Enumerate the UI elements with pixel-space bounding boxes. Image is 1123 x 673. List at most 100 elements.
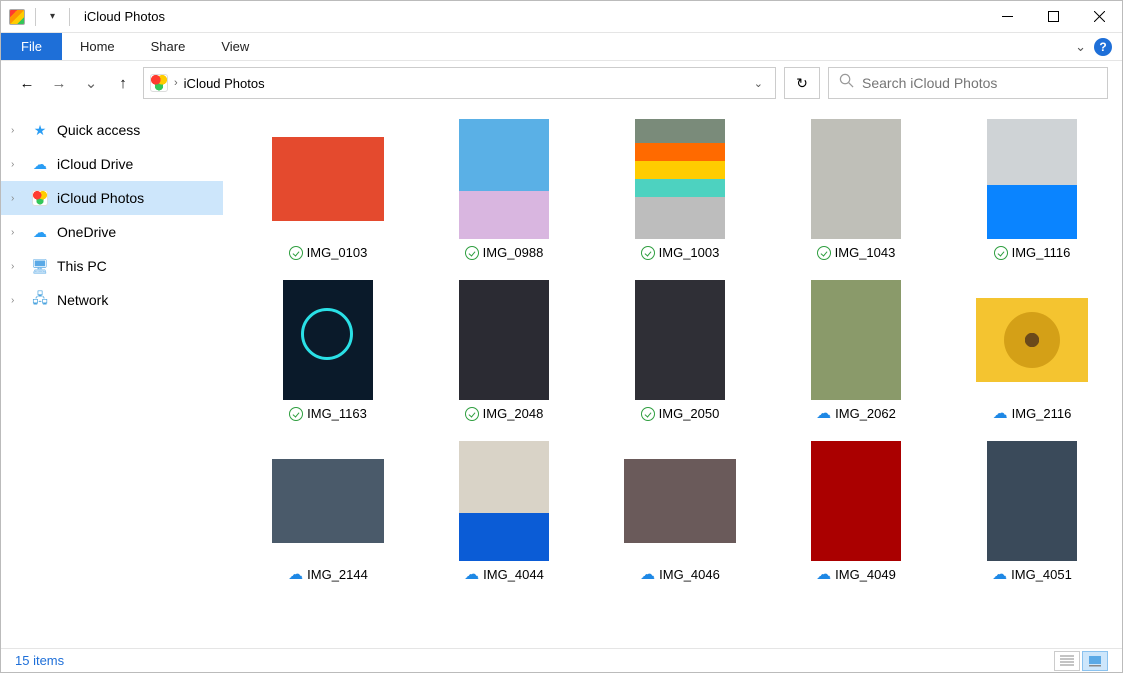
file-item[interactable]: ☁IMG_4046 <box>595 441 765 582</box>
expand-icon[interactable]: › <box>11 193 23 204</box>
search-input[interactable] <box>862 75 1097 91</box>
sidebar-item-this-pc[interactable]: › 🖥 This PC <box>1 249 223 283</box>
sidebar-item-icloud-drive[interactable]: ›☁iCloud Drive <box>1 147 223 181</box>
file-item[interactable]: ☁IMG_4049 <box>771 441 941 582</box>
file-item[interactable]: IMG_0988 <box>419 119 589 260</box>
file-item[interactable]: IMG_1163 <box>243 280 413 421</box>
sidebar-item-label: Network <box>57 292 108 308</box>
file-item[interactable]: ☁ IMG_4051 <box>947 441 1117 582</box>
file-name: IMG_2050 <box>659 406 720 421</box>
nav-up-button[interactable]: ↑ <box>111 71 135 95</box>
content-pane[interactable]: IMG_0103 IMG_0988 IMG_1003 IMG_1043 IMG_1116… <box>223 105 1122 649</box>
sync-ok-icon <box>289 246 303 260</box>
file-name: IMG_0988 <box>483 245 544 260</box>
expand-icon[interactable]: › <box>11 227 23 238</box>
thumbnail[interactable] <box>620 280 740 400</box>
expand-icon[interactable]: › <box>11 295 23 306</box>
sidebar-item-label: iCloud Photos <box>57 190 144 206</box>
maximize-button[interactable] <box>1030 1 1076 33</box>
ribbon-tab-file[interactable]: File <box>1 33 62 60</box>
file-name: IMG_1163 <box>307 406 367 421</box>
thumbnail[interactable] <box>268 441 388 561</box>
sync-ok-icon <box>641 407 655 421</box>
nav-recent-dropdown[interactable]: ⌄ <box>79 71 103 95</box>
thumbnail[interactable] <box>444 280 564 400</box>
expand-icon[interactable]: › <box>11 125 23 136</box>
cloud-only-icon: ☁ <box>816 568 831 582</box>
file-item[interactable]: ☁ IMG_2144 <box>243 441 413 582</box>
ribbon-tab-view[interactable]: View <box>203 33 267 60</box>
file-item[interactable]: IMG_1116 <box>947 119 1117 260</box>
search-icon <box>839 73 854 93</box>
sidebar-item-quick-access[interactable]: ›★Quick access <box>1 113 223 147</box>
file-item[interactable]: IMG_1003 <box>595 119 765 260</box>
nav-forward-button[interactable]: → <box>47 71 71 95</box>
sidebar-item-label: This PC <box>57 258 107 274</box>
file-item[interactable]: IMG_2048 <box>419 280 589 421</box>
sidebar-item-icloud-photos[interactable]: › iCloud Photos <box>1 181 223 215</box>
cloud-only-icon: ☁ <box>992 568 1007 582</box>
view-details-button[interactable] <box>1054 651 1080 671</box>
expand-icon[interactable]: › <box>11 261 23 272</box>
breadcrumb-current[interactable]: iCloud Photos <box>184 76 265 91</box>
ribbon: File Home Share View ⌄ ? <box>1 33 1122 61</box>
thumbnail[interactable] <box>444 119 564 239</box>
file-item[interactable]: IMG_0103 <box>243 119 413 260</box>
sidebar-item-label: iCloud Drive <box>57 156 133 172</box>
sync-ok-icon <box>465 246 479 260</box>
network-icon: 🖧 <box>31 291 49 309</box>
file-item[interactable]: IMG_2050 <box>595 280 765 421</box>
status-bar: 15 items <box>1 648 1122 672</box>
file-name: IMG_2144 <box>307 567 368 582</box>
address-bar[interactable]: › iCloud Photos ⌄ <box>143 67 776 99</box>
search-box[interactable] <box>828 67 1108 99</box>
photos-icon <box>31 189 49 207</box>
thumbnail[interactable] <box>620 119 740 239</box>
sidebar-item-onedrive[interactable]: ›☁OneDrive <box>1 215 223 249</box>
file-item[interactable]: ☁IMG_2116 <box>947 280 1117 421</box>
refresh-button[interactable]: ↻ <box>784 67 820 99</box>
sync-ok-icon <box>641 246 655 260</box>
title-bar: ▾ iCloud Photos <box>1 1 1122 33</box>
thumbnail[interactable] <box>972 441 1092 561</box>
thumbnail[interactable] <box>620 441 740 561</box>
breadcrumb-sep-icon: › <box>174 77 178 89</box>
thumbnail[interactable] <box>796 441 916 561</box>
file-name: IMG_2062 <box>835 406 896 421</box>
thumbnail[interactable] <box>268 119 388 239</box>
file-item[interactable]: ☁IMG_2062 <box>771 280 941 421</box>
ribbon-tab-share[interactable]: Share <box>133 33 204 60</box>
close-button[interactable] <box>1076 1 1122 33</box>
qat-dropdown[interactable]: ▾ <box>46 11 59 22</box>
nav-back-button[interactable]: ← <box>15 71 39 95</box>
file-name: IMG_4046 <box>659 567 720 582</box>
sidebar: ›★Quick access›☁iCloud Drive›iCloud Phot… <box>1 105 223 649</box>
ribbon-expand-button[interactable]: ⌄ <box>1075 39 1086 55</box>
thumbnail[interactable] <box>972 280 1092 400</box>
sync-ok-icon <box>817 246 831 260</box>
thumbnail[interactable] <box>796 119 916 239</box>
thumbnail[interactable] <box>972 119 1092 239</box>
file-name: IMG_1003 <box>659 245 720 260</box>
address-dropdown[interactable]: ⌄ <box>748 77 769 90</box>
nav-row: ← → ⌄ ↑ › iCloud Photos ⌄ ↻ <box>1 61 1122 105</box>
file-item[interactable]: IMG_1043 <box>771 119 941 260</box>
ribbon-tab-home[interactable]: Home <box>62 33 133 60</box>
file-name: IMG_1043 <box>835 245 896 260</box>
file-name: IMG_4051 <box>1011 567 1072 582</box>
cloud-only-icon: ☁ <box>288 568 303 582</box>
thumbnail[interactable] <box>796 280 916 400</box>
pc-icon: 🖥 <box>31 257 49 275</box>
app-icon <box>9 9 25 25</box>
sidebar-item-network[interactable]: › 🖧 Network <box>1 283 223 317</box>
expand-icon[interactable]: › <box>11 159 23 170</box>
file-item[interactable]: ☁IMG_4044 <box>419 441 589 582</box>
help-icon[interactable]: ? <box>1094 38 1112 56</box>
cloud-only-icon: ☁ <box>464 568 479 582</box>
address-icon <box>150 74 168 92</box>
thumbnail[interactable] <box>444 441 564 561</box>
cloud-only-icon: ☁ <box>993 407 1008 421</box>
thumbnail[interactable] <box>268 280 388 400</box>
view-thumbnails-button[interactable] <box>1082 651 1108 671</box>
minimize-button[interactable] <box>984 1 1030 33</box>
